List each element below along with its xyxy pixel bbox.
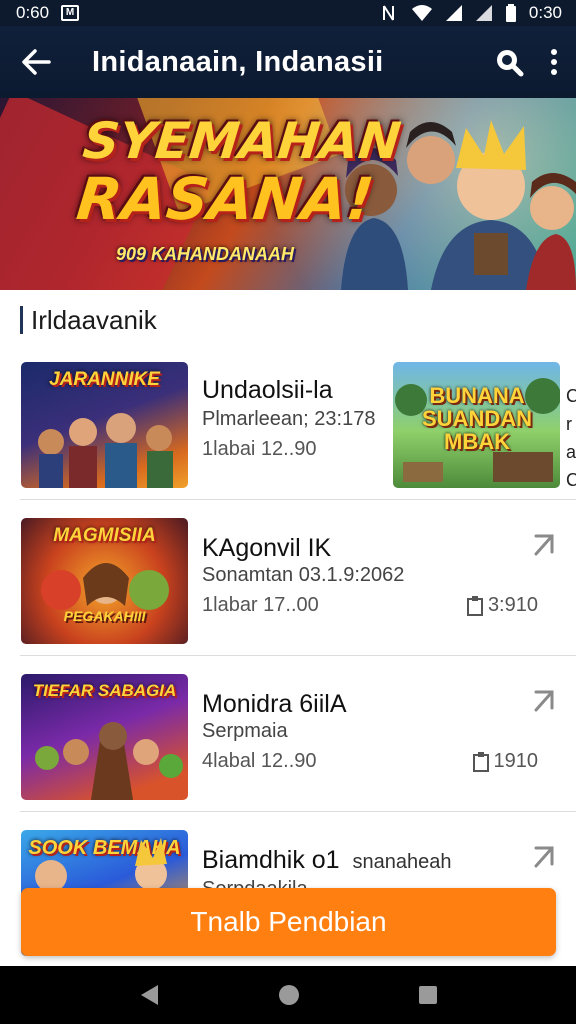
item-title: Monidra 6iilA <box>202 690 347 718</box>
chevron-arrow-icon[interactable] <box>532 532 558 558</box>
back-button[interactable] <box>0 26 72 98</box>
search-icon[interactable] <box>494 47 524 77</box>
thumbnail-art <box>35 722 183 800</box>
clipped-text: C r a C <box>566 382 576 494</box>
system-nav-bar <box>0 966 576 1024</box>
thumbnail-art <box>38 413 173 488</box>
clipped-char: C <box>566 470 576 490</box>
clipped-char: C <box>566 386 576 406</box>
item-meta: 1labar 17..00 <box>202 594 319 616</box>
game-thumbnail: TIEFAR SABAGIA <box>21 674 188 800</box>
divider <box>20 499 576 500</box>
chevron-arrow-icon[interactable] <box>532 844 558 870</box>
secondary-thumbnail[interactable]: BUNANA SUANDAN MBAK <box>393 362 560 488</box>
item-subtitle: Plmarleean; 23:178 <box>202 408 376 430</box>
list-item[interactable]: MAGMISIIA PEGAKAHIII KAgonvil IK Sonamta… <box>0 506 576 656</box>
item-count-value: 1910 <box>493 750 539 772</box>
clipboard-icon <box>472 751 489 772</box>
notification-icon: M <box>61 5 80 21</box>
triangle-back-icon[interactable] <box>138 983 160 1007</box>
item-title-extra: snanaheah <box>352 851 452 873</box>
item-subtitle: Serpmaia <box>202 720 288 742</box>
game-thumbnail: JARANNIKE <box>21 362 188 488</box>
item-title-main: Biamdhik ο1 <box>202 846 340 874</box>
divider <box>20 811 576 812</box>
wifi-icon <box>411 5 432 21</box>
clipped-char: a <box>566 442 576 462</box>
app-bar: Inidanaain, Indanasii <box>0 26 576 98</box>
item-subtitle: Sonamtan 03.1.9:2062 <box>202 564 405 586</box>
clipboard-icon <box>466 595 483 616</box>
item-meta: 4labal 12..90 <box>202 750 317 772</box>
arrow-left-icon <box>22 49 51 75</box>
thumbnail-art <box>41 563 169 610</box>
item-count-value: 3:910 <box>487 594 538 616</box>
divider <box>20 655 576 656</box>
app-title: Inidanaain, Indanasii <box>92 45 384 78</box>
item-meta: 1labai 12..90 <box>202 438 317 460</box>
square-recents-icon[interactable] <box>418 985 438 1005</box>
chevron-arrow-icon[interactable] <box>532 688 558 714</box>
nfc-icon <box>382 5 394 21</box>
item-title: Undaolsii-la <box>202 376 333 404</box>
item-count: 1910 <box>472 750 539 773</box>
list-item[interactable]: TIEFAR SABAGIA Monidra 6iilA Serpmaia 4l… <box>0 662 576 812</box>
status-time: 0:60 <box>16 3 50 22</box>
item-title: Biamdhik ο1 snanaheah <box>202 846 452 875</box>
circle-home-icon[interactable] <box>277 983 301 1007</box>
status-clock: 0:30 <box>528 3 562 22</box>
hero-title: SYEMAHAN RASANA! <box>73 112 404 233</box>
hero-subtitle: 909 KAHANDANAAH <box>116 244 295 264</box>
clipped-char: r <box>566 414 572 434</box>
primary-action-button[interactable]: Tnalb Pendbian <box>21 888 556 956</box>
signal-icon <box>445 5 462 21</box>
section-title: Irldaavanik <box>31 304 157 335</box>
thumbnail-subtitle: PEGAKAHIII <box>63 608 146 624</box>
hero-title-line1: SYEMAHAN <box>80 112 404 170</box>
hero-banner[interactable]: SYEMAHAN RASANA! 909 KAHANDANAAH <box>0 98 576 290</box>
section-accent-bar <box>20 306 23 334</box>
battery-icon <box>505 4 516 22</box>
more-vert-icon[interactable] <box>550 48 558 76</box>
section-header: Irldaavanik <box>20 304 157 336</box>
item-title: KAgonvil IK <box>202 534 332 562</box>
status-bar: 0:60 M 0:30 <box>0 0 576 26</box>
game-thumbnail: MAGMISIIA PEGAKAHIII <box>21 518 188 644</box>
item-count: 3:910 <box>466 594 538 617</box>
secondary-thumbnail-title: BUNANA SUANDAN MBAK <box>422 383 532 455</box>
list-item[interactable]: JARANNIKE Undaolsii-la Plmarleean; 23:17… <box>0 350 576 500</box>
hero-title-line2: RASANA! <box>73 165 377 233</box>
signal-icon <box>475 5 492 21</box>
